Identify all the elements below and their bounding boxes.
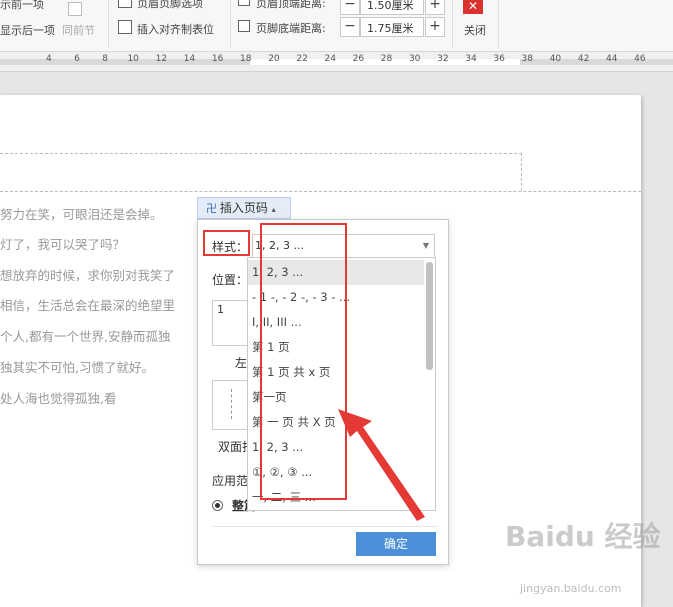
ruler-number: 8 bbox=[102, 54, 109, 64]
close-icon[interactable]: ✕ bbox=[463, 0, 483, 14]
toolbar-divider bbox=[452, 0, 453, 48]
ruler-number: 46 bbox=[634, 54, 646, 64]
baidu-watermark-logo: Baidu 经验 bbox=[505, 520, 661, 553]
dialog-divider bbox=[212, 526, 437, 527]
pos-box-number: 1 bbox=[217, 303, 224, 316]
apply-whole-radio[interactable] bbox=[212, 500, 223, 511]
footer-bottom-icon bbox=[238, 20, 250, 32]
caret-up-icon: ▴ bbox=[271, 205, 276, 214]
position-label: 位置： bbox=[212, 273, 249, 287]
document-line: 灯了，我可以哭了吗？ bbox=[0, 237, 126, 252]
ruler-number: 18 bbox=[240, 54, 252, 64]
footer-bottom-decrease-button[interactable]: − bbox=[340, 17, 360, 37]
ruler-number: 30 bbox=[408, 54, 421, 64]
ruler-number: 4 bbox=[46, 54, 52, 64]
ok-button[interactable]: 确定 bbox=[356, 532, 436, 556]
ruler-number: 44 bbox=[606, 54, 618, 64]
footer-bottom-label: 页脚底端距离: bbox=[256, 22, 326, 35]
show-next-button[interactable]: 显示后一项 bbox=[0, 22, 55, 38]
ruler-number: 24 bbox=[324, 54, 336, 64]
document-line: 个人,都有一个世界,安静而孤独 bbox=[0, 329, 171, 344]
ruler-number: 20 bbox=[268, 54, 280, 64]
insert-align-tab-button[interactable]: 插入对齐制表位 bbox=[137, 21, 214, 37]
position-option-left[interactable]: 1 bbox=[212, 300, 252, 346]
ruler-number: 42 bbox=[577, 54, 590, 64]
insert-page-number-button[interactable]: 卍 插入页码 ▴ bbox=[197, 197, 291, 219]
document-line: 独其实不可怕,习惯了就好。 bbox=[0, 360, 154, 375]
ruler-number: 22 bbox=[296, 54, 308, 64]
header-top-input[interactable]: 1.50厘米 bbox=[360, 0, 424, 15]
footer-bottom-value: 1.75厘米 bbox=[367, 22, 414, 35]
ruler-number: 6 bbox=[74, 54, 80, 64]
page-number-icon: 卍 bbox=[206, 202, 217, 215]
ruler-number: 32 bbox=[437, 54, 449, 64]
show-prev-button[interactable]: 示前一项 bbox=[0, 0, 44, 12]
ruler-number: 16 bbox=[211, 54, 224, 64]
header-area[interactable] bbox=[0, 153, 522, 191]
toolbar-divider bbox=[230, 0, 231, 48]
ruler-number: 10 bbox=[127, 54, 139, 64]
header-top-value: 1.50厘米 bbox=[367, 0, 414, 12]
ruler-number: 34 bbox=[465, 54, 477, 64]
same-section-icon bbox=[68, 2, 82, 16]
header-top-decrease-button[interactable]: − bbox=[340, 0, 360, 15]
header-top-label: 页眉顶端距离: bbox=[256, 0, 326, 10]
ruler-number: 14 bbox=[183, 54, 196, 64]
same-section-button[interactable]: 同前节 bbox=[62, 22, 95, 38]
document-line: 想放弃的时候，求你别对我笑了 bbox=[0, 268, 176, 283]
apply-scope-label: 应用范 bbox=[212, 474, 249, 488]
toolbar: 示前一项 显示后一项 同前节 页眉页脚选项 插入对齐制表位 页眉顶端距离: − … bbox=[0, 0, 673, 52]
insert-align-tab-icon bbox=[118, 20, 132, 34]
chevron-down-icon: ▼ bbox=[422, 241, 429, 250]
header-top-icon bbox=[238, 0, 250, 6]
close-button[interactable]: 关闭 bbox=[464, 22, 486, 38]
baidu-watermark-url: jingyan.baidu.com bbox=[520, 582, 622, 595]
ruler-number: 36 bbox=[493, 54, 505, 64]
header-top-increase-button[interactable]: + bbox=[425, 0, 445, 15]
ruler-number: 38 bbox=[521, 54, 533, 64]
annotation-arrow-icon bbox=[338, 409, 425, 521]
ruler-number: 28 bbox=[380, 54, 393, 64]
insert-page-number-label: 插入页码 bbox=[219, 201, 268, 215]
ruler-number: 12 bbox=[155, 54, 168, 64]
ruler-number: 40 bbox=[549, 54, 562, 64]
toolbar-divider bbox=[498, 0, 499, 48]
document-line: 努力在笑，可眼泪还是会掉。 bbox=[0, 207, 163, 222]
header-boundary bbox=[0, 191, 641, 192]
position-option-double[interactable] bbox=[212, 380, 252, 430]
annotation-style-box bbox=[203, 230, 250, 256]
document-line: 处人海也觉得孤独,看 bbox=[0, 391, 117, 406]
ruler: 4 6 8 10 12 14 16 18 20 22 24 26 28 30 32 34 36 38 40 42 44 4… bbox=[0, 52, 673, 72]
dropdown-scrollbar[interactable] bbox=[426, 262, 433, 370]
header-footer-options-icon bbox=[118, 0, 132, 8]
header-footer-options-button[interactable]: 页眉页脚选项 bbox=[137, 0, 203, 11]
toolbar-divider bbox=[108, 0, 109, 48]
document-line: 相信，生活总会在最深的绝望里 bbox=[0, 298, 176, 313]
footer-bottom-increase-button[interactable]: + bbox=[425, 17, 445, 37]
ruler-number: 26 bbox=[352, 54, 365, 64]
footer-bottom-input[interactable]: 1.75厘米 bbox=[360, 17, 424, 37]
position-left-label: 左 bbox=[235, 356, 248, 370]
